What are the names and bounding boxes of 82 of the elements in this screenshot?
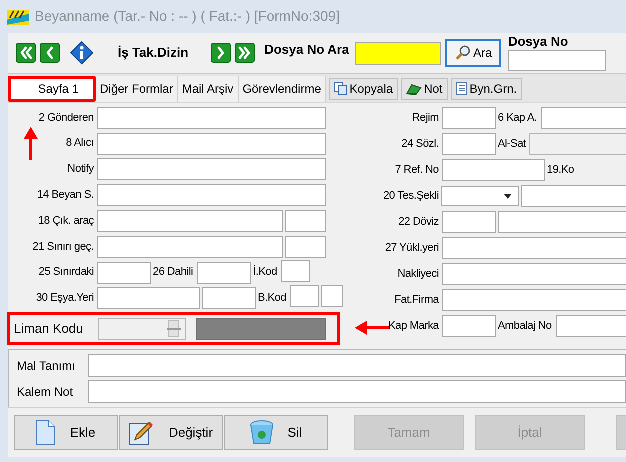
input-field[interactable] <box>442 211 496 233</box>
field-label: Al-Sat <box>497 136 528 152</box>
input-field[interactable] <box>97 236 283 258</box>
field-label: Notify <box>68 162 94 178</box>
input-field[interactable] <box>197 262 252 284</box>
document-icon <box>456 82 468 96</box>
action-button[interactable]: Ekle <box>14 415 118 450</box>
toolbar-label: İş Tak.Dizin <box>118 44 189 62</box>
field-label: 6 Kap A. <box>497 110 538 126</box>
input-field[interactable] <box>442 107 496 129</box>
field-label: 25 Sınırdaki <box>38 265 94 280</box>
field-label: Liman Kodu <box>13 320 84 338</box>
window-title: Beyanname (Tar.- No : -- ) ( Fat.:- ) [FormNo:309] <box>35 7 340 26</box>
field-label: Rejim <box>412 110 439 126</box>
input-field[interactable] <box>285 210 326 232</box>
input-field[interactable] <box>97 106 326 129</box>
field-label: 2 Gönderen <box>38 110 94 126</box>
file-number-field[interactable] <box>508 50 606 71</box>
field-label: Kalem Not <box>16 384 74 400</box>
search-icon <box>454 45 470 61</box>
toolbar-button[interactable]: Byn.Grn. <box>450 78 522 100</box>
action-button[interactable]: Değiştir <box>119 415 223 450</box>
input-field[interactable] <box>88 354 626 377</box>
first-button[interactable] <box>16 43 36 63</box>
field-label: 30 Eşya.Yeri <box>36 291 94 306</box>
dropdown[interactable] <box>441 186 519 206</box>
annotation-arrow <box>24 127 38 161</box>
field-label: 18 Çık. araç <box>38 214 94 229</box>
input-field[interactable] <box>97 210 283 232</box>
search-button[interactable]: Ara <box>445 39 502 67</box>
field-label: Fat.Firma <box>394 292 439 308</box>
input-field[interactable] <box>202 287 256 310</box>
input-field[interactable] <box>442 159 545 181</box>
input-field[interactable] <box>442 133 496 155</box>
field-label: Kap Marka <box>388 318 439 334</box>
input-field[interactable] <box>281 260 310 282</box>
field-label: 8 Alıcı <box>66 136 94 152</box>
input-field[interactable] <box>97 184 326 206</box>
action-button[interactable]: Sil <box>224 415 328 450</box>
search-field[interactable] <box>355 42 442 64</box>
search-label: Dosya No Ara <box>264 41 350 59</box>
input-field[interactable] <box>442 315 496 337</box>
previous-button[interactable] <box>40 43 60 63</box>
input-field[interactable] <box>321 285 344 308</box>
toolbar-button[interactable]: Not <box>401 78 448 100</box>
input-field[interactable] <box>97 132 326 155</box>
field-label: Ambalaj No <box>497 318 553 334</box>
annotation-arrow <box>355 321 389 335</box>
tab[interactable]: Diğer Formlar <box>96 76 178 102</box>
input-field[interactable] <box>97 262 151 284</box>
field-label: 20 Tes.Şekli <box>383 188 439 204</box>
field-label: 7 Ref. No <box>395 162 439 178</box>
edit-icon <box>128 420 155 446</box>
field-label: Mal Tanımı <box>16 358 76 374</box>
field-label: 21 Sınırı geç. <box>32 240 94 255</box>
input-field[interactable] <box>290 285 320 308</box>
caret-icon <box>504 194 512 198</box>
tab[interactable]: Sayfa 1 <box>8 76 96 102</box>
field-label: 19.Ko <box>546 162 576 178</box>
field-label: B.Kod <box>257 291 288 306</box>
input-field[interactable] <box>285 236 326 258</box>
copy-icon <box>334 82 348 96</box>
last-button[interactable] <box>234 43 255 63</box>
field-label: İ.Kod <box>252 264 278 280</box>
info-icon[interactable] <box>70 41 94 65</box>
field-label: 26 Dahili <box>152 265 194 280</box>
field-label: 22 Döviz <box>398 214 439 230</box>
field-label: 27 Yükl.yeri <box>385 240 439 256</box>
tab[interactable]: Mail Arşiv <box>178 76 239 102</box>
file-number-label: Dosya No <box>508 34 570 50</box>
toolbar-button[interactable]: Kopyala <box>328 78 398 100</box>
document-icon <box>36 420 56 446</box>
recycle-bin-icon <box>250 420 274 446</box>
field-label: 14 Beyan S. <box>37 188 94 203</box>
input-field[interactable] <box>97 287 200 310</box>
input-field[interactable] <box>97 158 326 180</box>
next-button[interactable] <box>210 43 231 63</box>
input-field[interactable] <box>88 380 626 403</box>
field-label: Nakliyeci <box>398 266 439 282</box>
tab[interactable]: Görevlendirme <box>238 76 326 102</box>
note-icon <box>406 82 422 96</box>
field-label: 24 Sözl. <box>402 136 439 152</box>
